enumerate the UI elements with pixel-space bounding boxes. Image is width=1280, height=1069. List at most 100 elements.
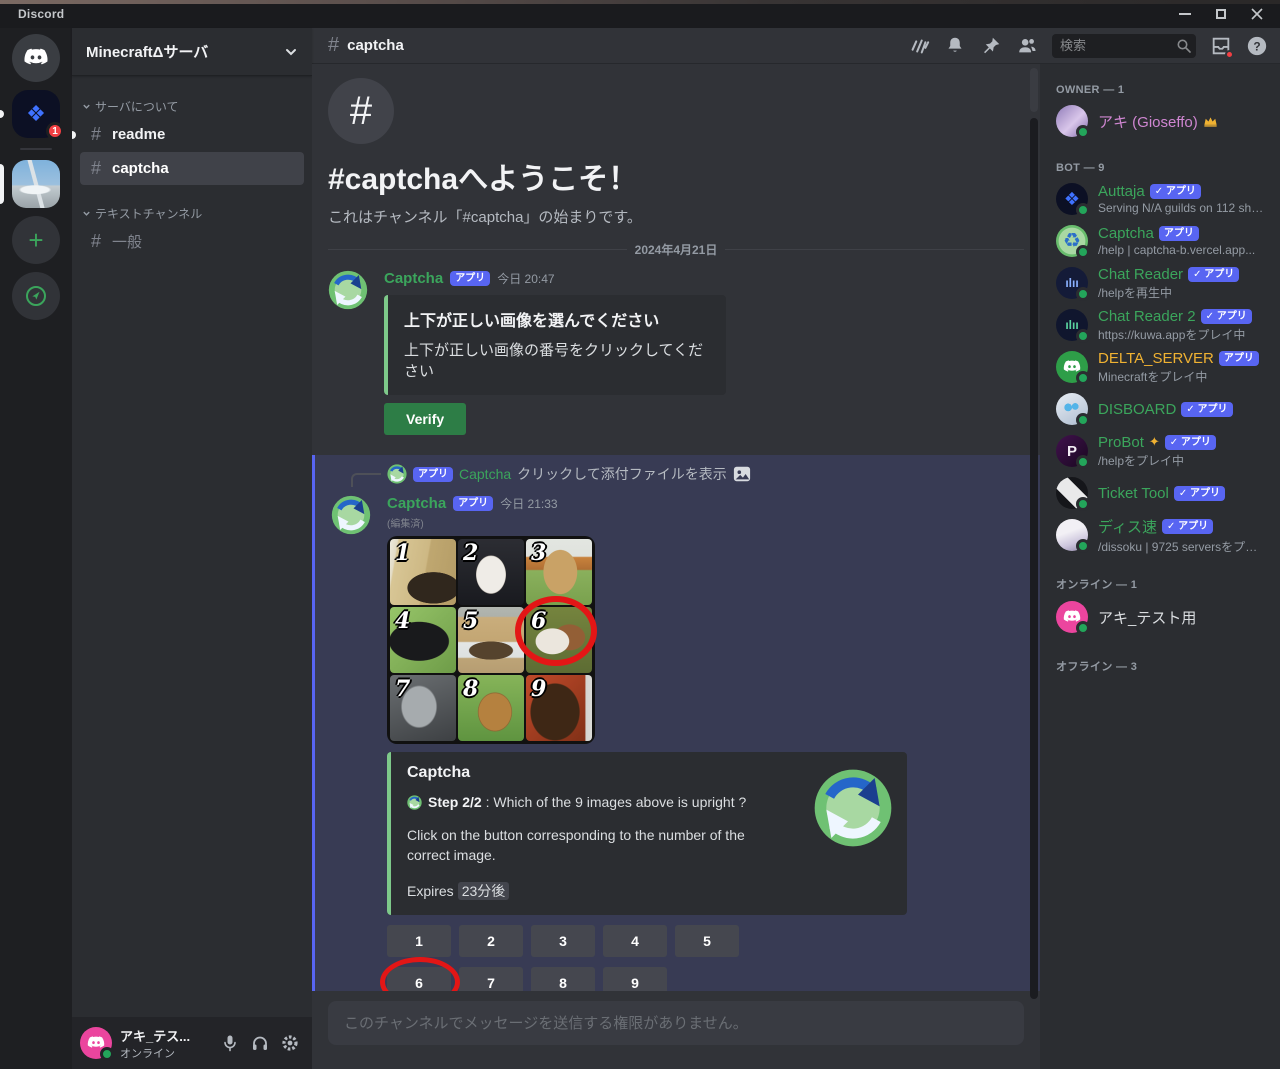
channel-label: 一般 xyxy=(112,231,142,252)
edited-label: (編集済) xyxy=(387,515,1024,530)
app-badge: ✓ アプリ xyxy=(1165,435,1216,450)
grid-image-8: 8 xyxy=(458,675,524,741)
window-minimize-button[interactable] xyxy=(1170,3,1200,25)
unread-pill xyxy=(0,110,4,118)
member-name: Chat Reader xyxy=(1098,266,1183,283)
member-row[interactable]: ❖ Auttaja ✓ アプリ Serving N/A guilds on 11… xyxy=(1048,178,1272,220)
number-button-6[interactable]: 6 xyxy=(387,967,451,991)
message-author[interactable]: Captcha xyxy=(384,270,443,287)
embed-body: Click on the button corresponding to the… xyxy=(407,826,791,865)
avatar xyxy=(1056,105,1088,137)
category-text-channels[interactable]: テキストチャンネル xyxy=(72,199,312,224)
chat-scrollbar[interactable] xyxy=(1030,68,1038,999)
svg-text:?: ? xyxy=(1253,39,1260,53)
app-badge: アプリ xyxy=(1159,226,1199,241)
number-button-7[interactable]: 7 xyxy=(459,967,523,991)
number-button-5[interactable]: 5 xyxy=(675,925,739,957)
member-list-button[interactable] xyxy=(1016,35,1038,57)
captcha-image-grid[interactable]: 1 2 3 4 5 6 7 8 9 xyxy=(387,536,595,744)
server-header[interactable]: MinecraftΔサーバ xyxy=(72,28,312,76)
pin-icon xyxy=(980,35,1002,57)
member-status: /helpを再生中 xyxy=(1098,284,1264,301)
unread-dot xyxy=(72,131,76,139)
number-button-4[interactable]: 4 xyxy=(603,925,667,957)
step-text: Step 2/2 : Which of the 9 images above i… xyxy=(428,794,746,810)
number-button-8[interactable]: 8 xyxy=(531,967,595,991)
scrollbar-track-top xyxy=(1030,68,1038,112)
online-status-dot xyxy=(1076,413,1090,427)
member-name: アキ_テスト用 xyxy=(1098,607,1196,628)
member-row[interactable]: アキ (Gioseffo) xyxy=(1048,100,1272,142)
member-sidebar: OWNER — 1 アキ (Gioseffo) xyxy=(1040,64,1280,1069)
member-row[interactable]: ディス速 ✓ アプリ /dissoku | 9725 serversをプレ... xyxy=(1048,514,1272,556)
number-button-2[interactable]: 2 xyxy=(459,925,523,957)
member-row[interactable]: DISBOARD ✓ アプリ xyxy=(1048,388,1272,430)
message-captcha-2: Captcha アプリ 今日 21:33 (編集済) 1 2 3 4 xyxy=(315,489,1040,991)
deafen-button[interactable] xyxy=(246,1029,274,1057)
channel-general[interactable]: # 一般 xyxy=(80,225,304,258)
member-name: DISBOARD xyxy=(1098,401,1176,418)
pinned-messages-button[interactable] xyxy=(980,35,1002,57)
members-heading-bot: BOT — 9 xyxy=(1048,142,1272,178)
reply-reference[interactable]: アプリ Captcha クリックして添付ファイルを表示 xyxy=(315,463,1040,485)
mic-icon xyxy=(221,1034,239,1052)
message-captcha-1: Captcha アプリ 今日 20:47 上下が正しい画像を選んでください 上下… xyxy=(312,264,1040,439)
member-row[interactable]: ılıı Chat Reader ✓ アプリ /helpを再生中 xyxy=(1048,262,1272,304)
server-icon-minecraft[interactable] xyxy=(12,160,60,208)
online-status-dot xyxy=(1076,287,1090,301)
channel-readme[interactable]: # readme xyxy=(80,118,304,151)
threads-button[interactable] xyxy=(908,35,930,57)
verify-button[interactable]: Verify xyxy=(384,403,466,435)
member-name: Ticket Tool xyxy=(1098,485,1169,502)
scrollbar-thumb[interactable] xyxy=(1030,118,1038,999)
captcha-mini-logo-icon xyxy=(407,795,422,810)
notifications-button[interactable] xyxy=(944,35,966,57)
number-button-9[interactable]: 9 xyxy=(603,967,667,991)
message-author[interactable]: Captcha xyxy=(387,495,446,512)
mic-button[interactable] xyxy=(216,1029,244,1057)
window-close-button[interactable] xyxy=(1242,3,1272,25)
search-input[interactable] xyxy=(1052,34,1196,58)
online-status-dot xyxy=(1076,203,1090,217)
embed-title: 上下が正しい画像を選んでください xyxy=(404,307,710,331)
window-maximize-button[interactable] xyxy=(1206,3,1236,25)
member-row[interactable]: ılıı Chat Reader 2 ✓ アプリ https://kuwa.ap… xyxy=(1048,304,1272,346)
members-heading-offline: オフライン — 3 xyxy=(1048,638,1272,678)
mention-badge: 1 xyxy=(46,122,64,140)
message-input[interactable] xyxy=(344,1015,1008,1032)
inbox-button[interactable] xyxy=(1210,35,1232,57)
app-badge: ✓ アプリ xyxy=(1188,267,1239,282)
user-info[interactable]: アキ_テス... オンライン xyxy=(120,1026,208,1061)
member-row[interactable]: DELTA_SERVER アプリ Minecraftをプレイ中 xyxy=(1048,346,1272,388)
home-button[interactable] xyxy=(12,34,60,82)
channel-sidebar: MinecraftΔサーバ サーバについて # readme # captcha… xyxy=(72,28,312,1069)
member-row[interactable]: アキ_テスト用 xyxy=(1048,596,1272,638)
avatar xyxy=(1056,351,1088,383)
image-number: 6 xyxy=(531,608,546,634)
captcha-bot-avatar[interactable] xyxy=(328,270,368,310)
channel-title: captcha xyxy=(347,37,404,54)
member-status: /help | captcha-b.vercel.app... xyxy=(1098,243,1264,257)
threads-icon xyxy=(908,35,930,57)
avatar xyxy=(1056,601,1088,633)
image-number: 3 xyxy=(531,540,546,566)
user-avatar[interactable] xyxy=(80,1027,112,1059)
explore-servers-button[interactable] xyxy=(12,272,60,320)
member-row[interactable]: P ProBot ✦ ✓ アプリ /helpをプレイ中 xyxy=(1048,430,1272,472)
member-name: ProBot xyxy=(1098,434,1144,451)
category-server-about[interactable]: サーバについて xyxy=(72,92,312,117)
add-server-button[interactable]: + xyxy=(12,216,60,264)
captcha-bot-avatar[interactable] xyxy=(331,495,371,535)
number-button-3[interactable]: 3 xyxy=(531,925,595,957)
chat-area: # #captchaへようこそ！ これはチャンネル「#captcha」の始まりで… xyxy=(312,64,1040,1069)
member-name: Captcha xyxy=(1098,225,1154,242)
number-button-1[interactable]: 1 xyxy=(387,925,451,957)
waveform-icon: ılıı xyxy=(1065,277,1078,289)
member-row[interactable]: Ticket Tool ✓ アプリ xyxy=(1048,472,1272,514)
channel-captcha[interactable]: # captcha xyxy=(80,152,304,185)
help-button[interactable]: ? xyxy=(1246,35,1268,57)
member-row[interactable]: ♻ Captcha アプリ /help | captcha-b.vercel.a… xyxy=(1048,220,1272,262)
settings-button[interactable] xyxy=(276,1029,304,1057)
captcha-logo-icon xyxy=(387,464,407,484)
embed-description: 上下が正しい画像の番号をクリックしてください xyxy=(404,339,710,381)
